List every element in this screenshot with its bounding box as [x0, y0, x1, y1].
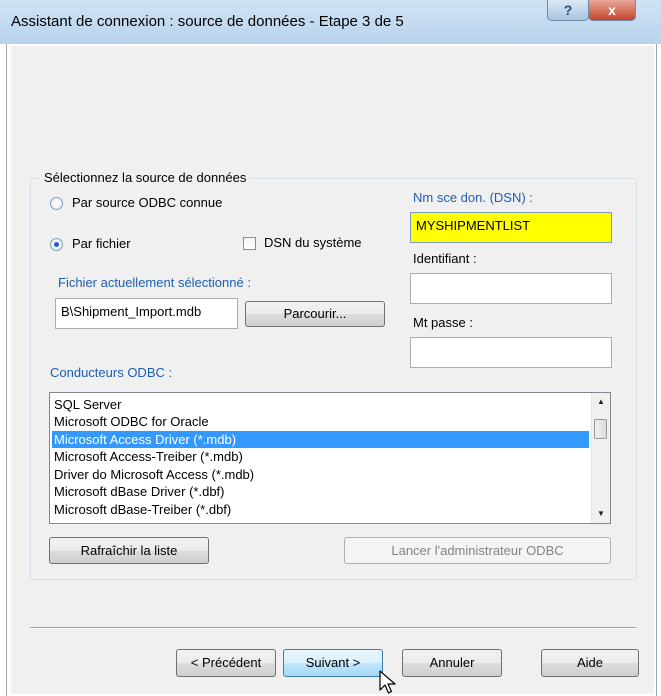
current-file-value: B\Shipment_Import.mdb [61, 304, 202, 319]
window-title: Assistant de connexion : source de donné… [11, 13, 404, 30]
odbc-drivers-list[interactable]: SQL Server Microsoft ODBC for Oracle Mic… [49, 392, 611, 524]
refresh-list-button[interactable]: Rafraîchir la liste [49, 537, 209, 564]
identifier-label: Identifiant : [413, 251, 477, 266]
scroll-up-arrow-icon[interactable]: ▲ [592, 393, 610, 411]
footer-separator [30, 627, 636, 629]
radio-file-source[interactable] [50, 238, 63, 251]
list-scrollbar[interactable]: ▲ ▼ [591, 393, 610, 523]
list-item[interactable]: SQL Server [52, 396, 589, 413]
dsn-value: MYSHIPMENTLIST [416, 218, 531, 233]
radio-odbc-source-label[interactable]: Par source ODBC connue [72, 195, 222, 210]
scroll-down-arrow-icon[interactable]: ▼ [592, 505, 610, 523]
list-item[interactable]: Microsoft ODBC for Oracle [52, 413, 589, 430]
system-dsn-label[interactable]: DSN du système [264, 235, 362, 250]
help-button[interactable]: Aide [541, 649, 639, 677]
close-button[interactable]: x [588, 0, 636, 21]
browse-button[interactable]: Parcourir... [245, 301, 385, 327]
list-item[interactable]: Microsoft Access-Treiber (*.mdb) [52, 448, 589, 465]
list-item[interactable]: Microsoft dBase Driver (*.dbf) [52, 483, 589, 500]
mouse-pointer-icon [379, 670, 396, 694]
help-title-button[interactable]: ? [547, 0, 589, 21]
list-item-selected[interactable]: Microsoft Access Driver (*.mdb) [52, 431, 589, 448]
title-bar[interactable]: Assistant de connexion : source de donné… [0, 0, 661, 44]
radio-odbc-source[interactable] [50, 197, 63, 210]
data-source-group-legend: Sélectionnez la source de données [40, 170, 251, 185]
odbc-drivers-label: Conducteurs ODBC : [50, 365, 173, 380]
list-item[interactable]: Driver do Microsoft Access (*.mdb) [52, 466, 589, 483]
cancel-button[interactable]: Annuler [402, 649, 502, 677]
system-dsn-checkbox[interactable] [243, 237, 256, 250]
connection-wizard-window: Assistant de connexion : source de donné… [0, 0, 661, 696]
next-button[interactable]: Suivant > [283, 649, 383, 677]
dsn-label: Nm sce don. (DSN) : [413, 190, 533, 205]
dsn-input[interactable]: MYSHIPMENTLIST [410, 212, 612, 243]
current-file-label: Fichier actuellement sélectionné : [58, 275, 251, 290]
current-file-field[interactable]: B\Shipment_Import.mdb [55, 298, 238, 329]
launch-odbc-admin-button: Lancer l'administrateur ODBC [344, 537, 611, 564]
identifier-input[interactable] [410, 273, 612, 304]
list-item[interactable]: Microsoft dBase-Treiber (*.dbf) [52, 501, 589, 518]
radio-file-source-label[interactable]: Par fichier [72, 236, 131, 251]
previous-button[interactable]: < Précédent [176, 649, 276, 677]
scroll-thumb[interactable] [594, 419, 607, 439]
password-input[interactable] [410, 337, 612, 368]
password-label: Mt passe : [413, 315, 473, 330]
